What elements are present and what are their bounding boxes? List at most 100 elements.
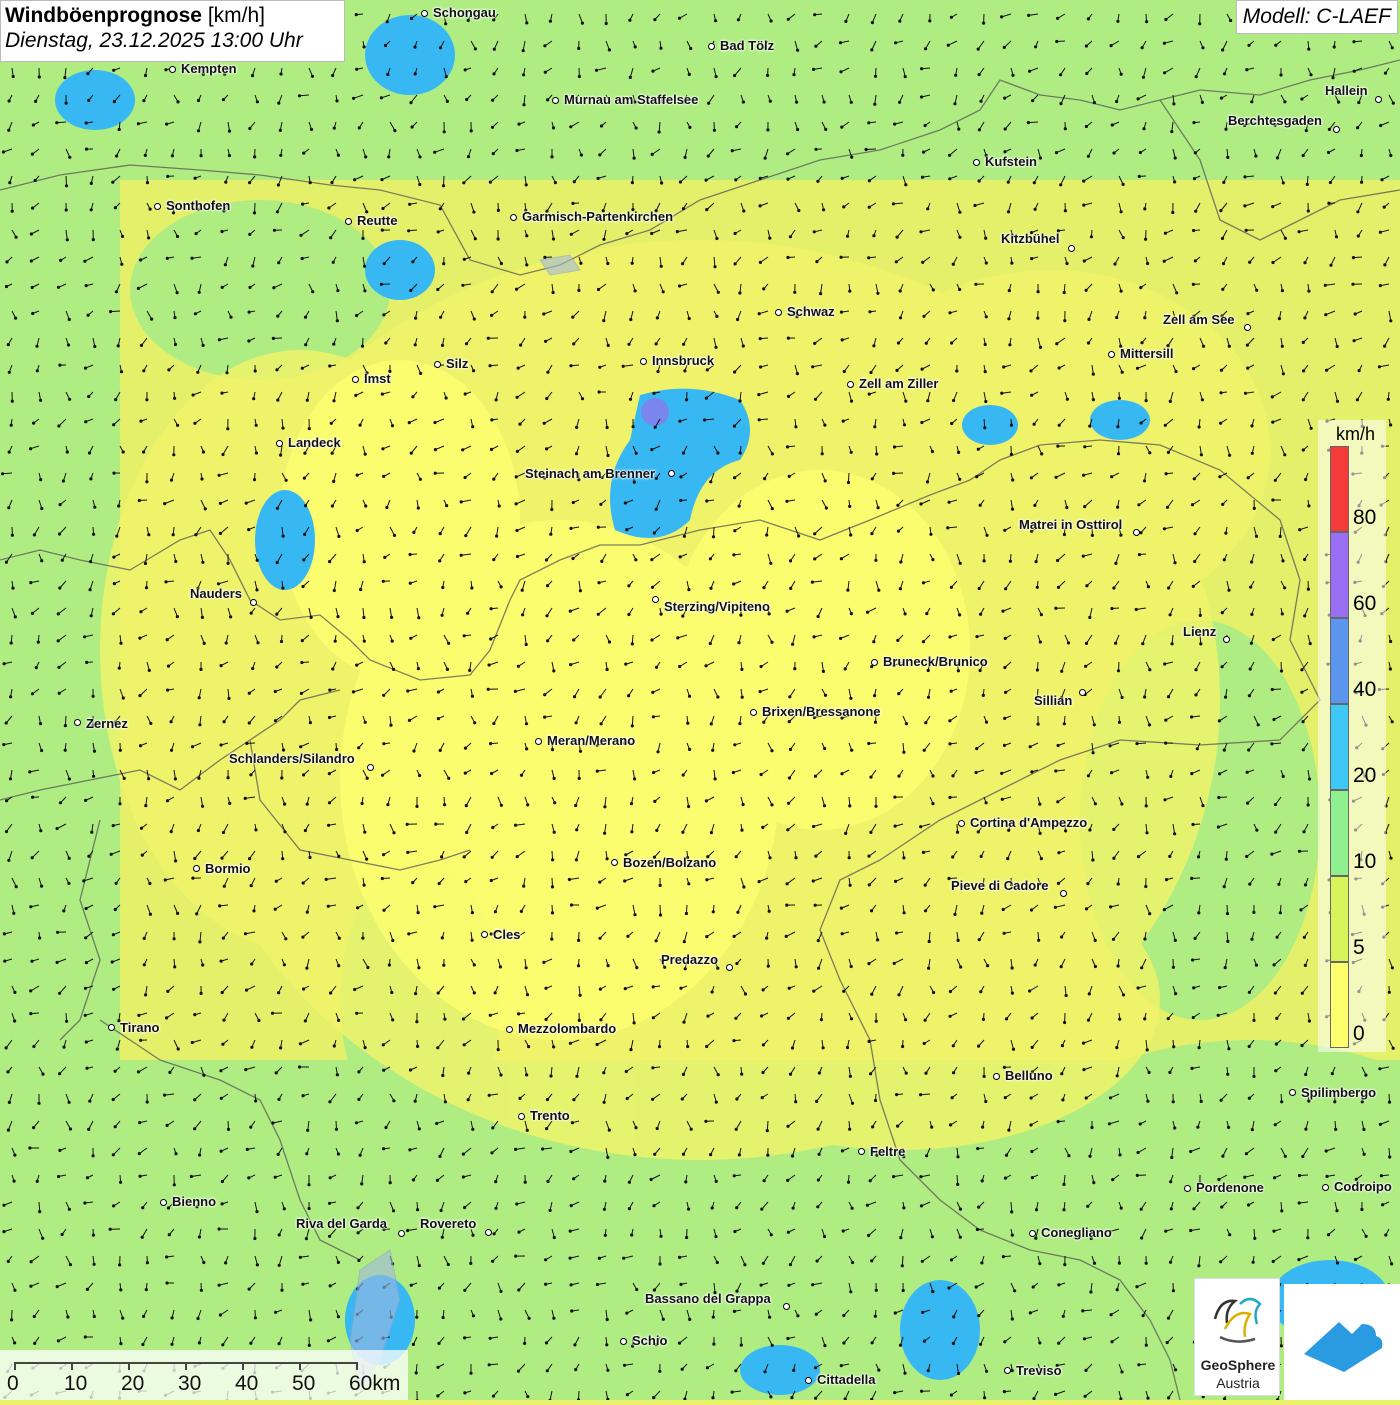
- wind-arrow-head: [685, 398, 688, 401]
- wind-arrow-head: [411, 260, 414, 263]
- wind-arrow-head: [518, 1097, 521, 1100]
- wind-arrow-head: [112, 556, 115, 559]
- wind-arrow-head: [733, 743, 736, 746]
- wind-arrow-head: [147, 533, 150, 536]
- wind-arrow-head: [145, 480, 148, 483]
- wind-arrow-head: [1246, 344, 1249, 347]
- wind-arrow-head: [924, 721, 927, 724]
- wind-arrow-head: [574, 804, 577, 807]
- wind-arrow-head: [495, 535, 498, 538]
- wind-arrow-head: [1220, 97, 1223, 100]
- wind-arrow-head: [32, 1045, 35, 1048]
- wind-arrow-head: [606, 262, 609, 265]
- wind-arrow-head: [1329, 264, 1332, 267]
- wind-arrow-head: [822, 670, 825, 673]
- wind-arrow-head: [191, 1041, 194, 1044]
- wind-arrow-head: [979, 613, 982, 616]
- wind-arrow-head: [382, 853, 385, 856]
- wind-arrow-head: [1250, 560, 1253, 563]
- wind-arrow-head: [875, 1289, 878, 1292]
- wind-arrow-head: [439, 207, 442, 210]
- wind-arrow-head: [177, 1047, 180, 1050]
- wind-arrow-head: [1057, 851, 1060, 854]
- wind-arrow-head: [870, 993, 873, 996]
- wind-arrow-head: [1195, 75, 1198, 78]
- wind-arrow-head: [139, 1175, 142, 1178]
- wind-arrow-head: [796, 128, 799, 131]
- wind-arrow-head: [11, 400, 14, 403]
- wind-arrow-head: [361, 937, 364, 940]
- wind-arrow-head: [927, 696, 930, 699]
- wind-arrow-head: [1030, 476, 1033, 479]
- wind-arrow-head: [88, 1100, 91, 1103]
- wind-arrow-head: [1094, 802, 1097, 805]
- wind-arrow-head: [842, 990, 845, 993]
- wind-arrow-head: [577, 289, 580, 292]
- wind-arrow-head: [434, 448, 437, 451]
- wind-arrow-head: [688, 317, 691, 320]
- wind-arrow-head: [554, 181, 557, 184]
- wind-arrow-head: [1336, 400, 1339, 403]
- wind-arrow-head: [140, 827, 143, 830]
- wind-arrow-head: [736, 911, 739, 914]
- wind-arrow-head: [704, 1120, 707, 1123]
- wind-arrow-head: [164, 580, 167, 583]
- wind-arrow-head: [952, 399, 955, 402]
- wind-arrow-head: [5, 561, 8, 564]
- wind-arrow-head: [577, 47, 580, 50]
- wind-arrow-head: [218, 1227, 221, 1230]
- wind-arrow-head: [1032, 1285, 1035, 1288]
- wind-arrow-head: [875, 1020, 878, 1023]
- wind-arrow-head: [925, 612, 928, 615]
- wind-arrow-head: [57, 666, 60, 669]
- wind-arrow-head: [39, 399, 42, 402]
- wind-arrow-head: [958, 236, 961, 239]
- wind-arrow-head: [1255, 829, 1258, 832]
- wind-arrow-head: [361, 237, 364, 240]
- wind-arrow-head: [762, 721, 765, 724]
- wind-arrow-head: [1036, 668, 1039, 671]
- wind-arrow-head: [678, 420, 681, 423]
- wind-arrow-head: [662, 290, 665, 293]
- wind-arrow-head: [956, 1183, 959, 1186]
- wind-arrow-head: [112, 824, 115, 827]
- wind-arrow-head: [137, 287, 140, 290]
- wind-arrow-head: [441, 344, 444, 347]
- wind-arrow-head: [220, 1150, 223, 1153]
- wind-arrow-head: [411, 395, 414, 398]
- wind-arrow-head: [471, 939, 474, 942]
- wind-arrow-head: [632, 425, 635, 428]
- wind-arrow-head: [597, 177, 600, 180]
- wind-arrow-head: [651, 1066, 654, 1069]
- wind-arrow-head: [1115, 1046, 1118, 1049]
- wind-arrow-head: [653, 1153, 656, 1156]
- wind-arrow-head: [1298, 230, 1301, 233]
- wind-arrow-head: [679, 987, 682, 990]
- wind-arrow-head: [575, 828, 578, 831]
- wind-arrow-head: [194, 312, 197, 315]
- wind-arrow-head: [1033, 423, 1036, 426]
- wind-arrow-head: [11, 534, 14, 537]
- wind-arrow-head: [217, 582, 220, 585]
- wind-arrow-head: [89, 588, 92, 591]
- wind-arrow-head: [650, 558, 653, 561]
- wind-arrow-head: [842, 205, 845, 208]
- wind-arrow-head: [1192, 367, 1195, 370]
- wind-arrow-head: [1247, 748, 1250, 751]
- wind-arrow-head: [143, 963, 146, 966]
- wind-arrow-head: [1273, 1176, 1276, 1179]
- wind-arrow-head: [948, 177, 951, 180]
- wind-arrow-head: [1171, 211, 1174, 214]
- wind-arrow-head: [869, 371, 872, 374]
- wind-arrow-head: [84, 420, 87, 423]
- wind-arrow-head: [655, 939, 658, 942]
- wind-arrow-head: [85, 284, 88, 287]
- wind-arrow-head: [139, 610, 142, 613]
- wind-arrow-head: [308, 427, 311, 430]
- wind-arrow-head: [392, 1099, 395, 1102]
- wind-arrow-head: [1167, 1017, 1170, 1020]
- wind-arrow-head: [1301, 720, 1304, 723]
- wind-arrow-head: [3, 960, 6, 963]
- wind-arrow-head: [600, 560, 603, 563]
- wind-arrow-head: [198, 291, 201, 294]
